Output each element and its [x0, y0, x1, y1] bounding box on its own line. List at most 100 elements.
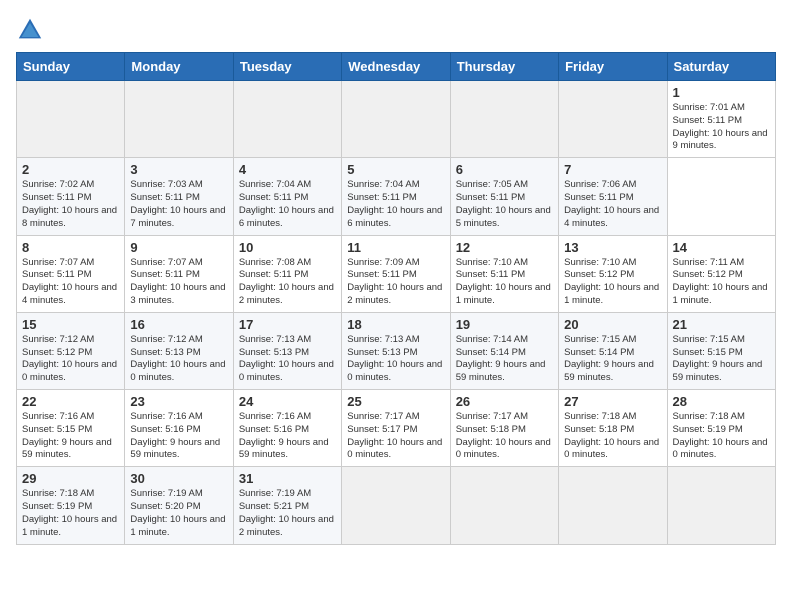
calendar-week-1: 2Sunrise: 7:02 AMSunset: 5:11 PMDaylight…	[17, 158, 776, 235]
day-header-wednesday: Wednesday	[342, 53, 450, 81]
day-info: Sunrise: 7:17 AMSunset: 5:18 PMDaylight:…	[456, 411, 553, 462]
calendar-day	[667, 467, 775, 544]
day-number: 15	[22, 317, 119, 332]
calendar-day: 22Sunrise: 7:16 AMSunset: 5:15 PMDayligh…	[17, 390, 125, 467]
day-number: 18	[347, 317, 444, 332]
calendar-week-5: 29 Sunrise: 7:18 AMSunset: 5:19 PMDayligh…	[17, 467, 776, 544]
day-header-monday: Monday	[125, 53, 233, 81]
day-info: Sunrise: 7:11 AMSunset: 5:12 PMDaylight:…	[673, 257, 770, 308]
day-info: Sunrise: 7:17 AMSunset: 5:17 PMDaylight:…	[347, 411, 444, 462]
calendar-day: 26 Sunrise: 7:17 AMSunset: 5:18 PMDayligh…	[450, 390, 558, 467]
day-number: 8	[22, 240, 119, 255]
calendar-day: 19 Sunrise: 7:14 AMSunset: 5:14 PMDayligh…	[450, 312, 558, 389]
day-info: Sunrise: 7:13 AMSunset: 5:13 PMDaylight:…	[347, 334, 444, 385]
day-header-tuesday: Tuesday	[233, 53, 341, 81]
calendar-day	[559, 467, 667, 544]
day-number: 21	[673, 317, 770, 332]
day-header-saturday: Saturday	[667, 53, 775, 81]
calendar-day: 6Sunrise: 7:05 AMSunset: 5:11 PMDaylight…	[450, 158, 558, 235]
calendar-day: 18 Sunrise: 7:13 AMSunset: 5:13 PMDayligh…	[342, 312, 450, 389]
day-info: Sunrise: 7:06 AMSunset: 5:11 PMDaylight:…	[564, 179, 661, 230]
day-info: Sunrise: 7:19 AMSunset: 5:20 PMDaylight:…	[130, 488, 227, 539]
day-number: 31	[239, 471, 336, 486]
calendar-day: 17Sunrise: 7:13 AMSunset: 5:13 PMDayligh…	[233, 312, 341, 389]
empty-cell	[233, 81, 341, 158]
calendar-table: SundayMondayTuesdayWednesdayThursdayFrid…	[16, 52, 776, 545]
day-number: 3	[130, 162, 227, 177]
day-info: Sunrise: 7:18 AMSunset: 5:18 PMDaylight:…	[564, 411, 661, 462]
calendar-day: 3 Sunrise: 7:03 AMSunset: 5:11 PMDaylight…	[125, 158, 233, 235]
empty-cell	[450, 81, 558, 158]
day-number: 14	[673, 240, 770, 255]
day-info: Sunrise: 7:16 AMSunset: 5:16 PMDaylight:…	[239, 411, 336, 462]
page-header	[16, 16, 776, 44]
calendar-day	[450, 467, 558, 544]
calendar-day: 24 Sunrise: 7:16 AMSunset: 5:16 PMDayligh…	[233, 390, 341, 467]
day-number: 29	[22, 471, 119, 486]
day-header-thursday: Thursday	[450, 53, 558, 81]
day-number: 27	[564, 394, 661, 409]
day-info: Sunrise: 7:12 AMSunset: 5:12 PMDaylight:…	[22, 334, 119, 385]
day-number: 11	[347, 240, 444, 255]
calendar-day: 2Sunrise: 7:02 AMSunset: 5:11 PMDaylight…	[17, 158, 125, 235]
calendar-day: 10Sunrise: 7:08 AMSunset: 5:11 PMDayligh…	[233, 235, 341, 312]
calendar-week-4: 22Sunrise: 7:16 AMSunset: 5:15 PMDayligh…	[17, 390, 776, 467]
day-info: Sunrise: 7:16 AMSunset: 5:15 PMDaylight:…	[22, 411, 119, 462]
calendar-day: 25 Sunrise: 7:17 AMSunset: 5:17 PMDayligh…	[342, 390, 450, 467]
day-number: 24	[239, 394, 336, 409]
day-info: Sunrise: 7:19 AMSunset: 5:21 PMDaylight:…	[239, 488, 336, 539]
logo	[16, 16, 48, 44]
day-number: 10	[239, 240, 336, 255]
calendar-day: 30Sunrise: 7:19 AMSunset: 5:20 PMDayligh…	[125, 467, 233, 544]
calendar-day: 1Sunrise: 7:01 AMSunset: 5:11 PMDaylight…	[667, 81, 775, 158]
day-number: 9	[130, 240, 227, 255]
day-number: 5	[347, 162, 444, 177]
empty-cell	[342, 81, 450, 158]
day-header-friday: Friday	[559, 53, 667, 81]
day-info: Sunrise: 7:18 AMSunset: 5:19 PMDaylight:…	[673, 411, 770, 462]
calendar-header-row: SundayMondayTuesdayWednesdayThursdayFrid…	[17, 53, 776, 81]
day-number: 6	[456, 162, 553, 177]
day-info: Sunrise: 7:07 AMSunset: 5:11 PMDaylight:…	[130, 257, 227, 308]
day-number: 19	[456, 317, 553, 332]
day-info: Sunrise: 7:18 AMSunset: 5:19 PMDaylight:…	[22, 488, 119, 539]
calendar-day: 14 Sunrise: 7:11 AMSunset: 5:12 PMDayligh…	[667, 235, 775, 312]
calendar-day: 20 Sunrise: 7:15 AMSunset: 5:14 PMDayligh…	[559, 312, 667, 389]
empty-cell	[17, 81, 125, 158]
day-info: Sunrise: 7:01 AMSunset: 5:11 PMDaylight:…	[673, 102, 770, 153]
day-info: Sunrise: 7:12 AMSunset: 5:13 PMDaylight:…	[130, 334, 227, 385]
empty-cell	[125, 81, 233, 158]
day-info: Sunrise: 7:15 AMSunset: 5:15 PMDaylight:…	[673, 334, 770, 385]
calendar-day: 31 Sunrise: 7:19 AMSunset: 5:21 PMDayligh…	[233, 467, 341, 544]
calendar-day: 27 Sunrise: 7:18 AMSunset: 5:18 PMDayligh…	[559, 390, 667, 467]
day-number: 4	[239, 162, 336, 177]
day-info: Sunrise: 7:14 AMSunset: 5:14 PMDaylight:…	[456, 334, 553, 385]
day-number: 13	[564, 240, 661, 255]
day-info: Sunrise: 7:07 AMSunset: 5:11 PMDaylight:…	[22, 257, 119, 308]
day-number: 25	[347, 394, 444, 409]
calendar-day: 23 Sunrise: 7:16 AMSunset: 5:16 PMDayligh…	[125, 390, 233, 467]
day-number: 20	[564, 317, 661, 332]
empty-cell	[559, 81, 667, 158]
day-number: 7	[564, 162, 661, 177]
day-info: Sunrise: 7:03 AMSunset: 5:11 PMDaylight:…	[130, 179, 227, 230]
calendar-day: 21 Sunrise: 7:15 AMSunset: 5:15 PMDayligh…	[667, 312, 775, 389]
day-info: Sunrise: 7:10 AMSunset: 5:11 PMDaylight:…	[456, 257, 553, 308]
logo-icon	[16, 16, 44, 44]
day-number: 26	[456, 394, 553, 409]
calendar-day: 7 Sunrise: 7:06 AMSunset: 5:11 PMDaylight…	[559, 158, 667, 235]
calendar-day: 15 Sunrise: 7:12 AMSunset: 5:12 PMDayligh…	[17, 312, 125, 389]
day-info: Sunrise: 7:13 AMSunset: 5:13 PMDaylight:…	[239, 334, 336, 385]
day-number: 28	[673, 394, 770, 409]
calendar-week-3: 15 Sunrise: 7:12 AMSunset: 5:12 PMDayligh…	[17, 312, 776, 389]
calendar-day: 5Sunrise: 7:04 AMSunset: 5:11 PMDaylight…	[342, 158, 450, 235]
day-info: Sunrise: 7:16 AMSunset: 5:16 PMDaylight:…	[130, 411, 227, 462]
day-number: 23	[130, 394, 227, 409]
calendar-day	[342, 467, 450, 544]
calendar-day: 12 Sunrise: 7:10 AMSunset: 5:11 PMDayligh…	[450, 235, 558, 312]
day-info: Sunrise: 7:02 AMSunset: 5:11 PMDaylight:…	[22, 179, 119, 230]
day-header-sunday: Sunday	[17, 53, 125, 81]
day-info: Sunrise: 7:15 AMSunset: 5:14 PMDaylight:…	[564, 334, 661, 385]
day-number: 12	[456, 240, 553, 255]
day-info: Sunrise: 7:09 AMSunset: 5:11 PMDaylight:…	[347, 257, 444, 308]
